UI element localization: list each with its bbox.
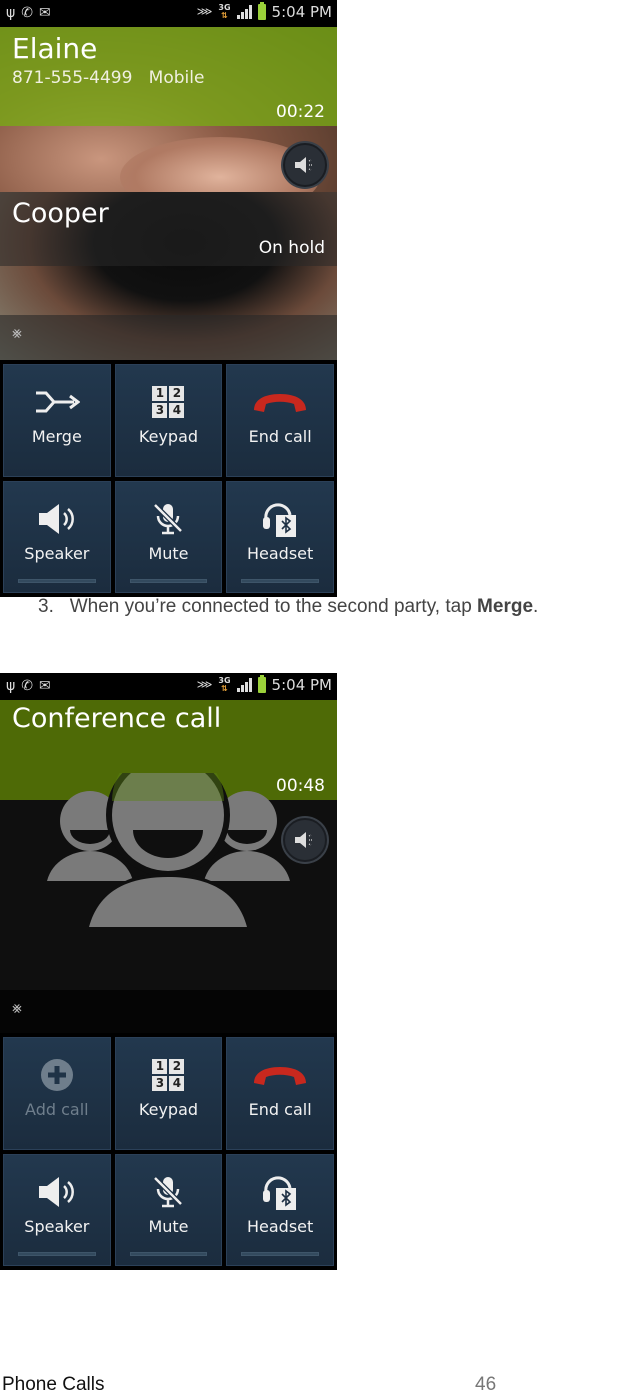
bluetooth-headset-icon [262, 502, 298, 537]
headset-state-indicator [241, 1252, 319, 1256]
speaker-status-button[interactable] [283, 818, 327, 862]
clock: 5:04 PM [271, 676, 332, 694]
step-instruction: 3. When you’re connected to the second p… [38, 596, 538, 618]
footer-page-number: 46 [475, 1374, 497, 1395]
mute-state-indicator [129, 579, 208, 583]
merge-label: Merge [31, 427, 82, 446]
vibrate-mute-icon: ⋙ [196, 5, 213, 18]
status-bar: ψ ✆ ✉ ⋙ 3G ⇅ 5:04 PM [0, 673, 337, 700]
bluetooth-band [0, 990, 337, 1035]
conference-group-icon [47, 773, 290, 928]
active-caller-name: Elaine [12, 32, 98, 65]
headset-button[interactable]: Headset [226, 480, 334, 593]
keypad-digit: 2 [169, 1059, 185, 1074]
call-timer: 00:22 [276, 102, 325, 122]
step-bold-term: Merge [477, 596, 534, 617]
battery-icon [257, 2, 266, 20]
email-icon: ✉ [38, 678, 51, 694]
usb-icon: ψ [6, 678, 16, 694]
call-timer: 00:48 [276, 776, 325, 796]
add-call-button[interactable]: Add call [3, 1037, 111, 1150]
clock: 5:04 PM [271, 3, 332, 21]
mute-label: Mute [148, 1216, 189, 1236]
keypad-label: Keypad [138, 427, 199, 446]
keypad-digit: 4 [169, 1076, 185, 1091]
speaker-icon [37, 502, 77, 536]
active-caller-number: 871-555-4499 Mobile [12, 68, 204, 88]
end-call-label: End call [248, 427, 312, 446]
bluetooth-off-icon: ⨳ [12, 1000, 22, 1017]
speaker-volume-icon [295, 832, 312, 848]
caller-number: 871-555-4499 [12, 68, 133, 88]
speaker-volume-icon [295, 157, 312, 173]
email-icon: ✉ [38, 5, 51, 21]
mute-state-indicator [129, 1252, 208, 1256]
mute-icon [151, 502, 185, 536]
keypad-digit: 1 [152, 1059, 168, 1074]
signal-icon [236, 678, 252, 692]
keypad-icon: 1234 [152, 1059, 185, 1091]
status-bar: ψ ✆ ✉ ⋙ 3G ⇅ 5:04 PM [0, 0, 337, 27]
headset-label: Headset [247, 543, 314, 563]
speaker-status-button[interactable] [283, 143, 327, 187]
3g-data-icon: 3G ⇅ [218, 676, 231, 693]
keypad-digit: 3 [152, 403, 168, 418]
end-call-button[interactable]: End call [226, 1037, 334, 1150]
headset-state-indicator [241, 579, 319, 583]
speaker-label: Speaker [24, 543, 90, 563]
keypad-digit: 2 [169, 386, 185, 401]
bluetooth-off-icon: ⨳ [12, 325, 22, 342]
keypad-digit: 3 [152, 1076, 168, 1091]
usb-icon: ψ [6, 5, 16, 21]
phone-call-icon: ✆ [21, 5, 33, 21]
mute-label: Mute [148, 543, 189, 563]
end-call-button[interactable]: End call [226, 364, 334, 477]
speaker-state-indicator [18, 579, 96, 583]
merge-button[interactable]: Merge [3, 364, 111, 477]
end-call-label: End call [248, 1100, 312, 1119]
3g-data-icon: 3G ⇅ [218, 3, 231, 20]
mute-button[interactable]: Mute [114, 480, 223, 593]
signal-icon [236, 5, 252, 19]
battery-icon [257, 675, 266, 693]
keypad-icon: 1234 [152, 386, 185, 418]
keypad-label: Keypad [138, 1100, 199, 1119]
mute-icon [151, 1175, 185, 1209]
add-call-icon [40, 1058, 74, 1092]
bluetooth-headset-icon [262, 1175, 298, 1210]
held-caller-name: Cooper [12, 198, 109, 229]
conference-title: Conference call [12, 703, 222, 734]
add-call-label: Add call [25, 1100, 89, 1119]
speaker-button[interactable]: Speaker [3, 1153, 111, 1266]
call-controls: Merge 1234 Keypad End call Speaker Mute … [0, 360, 337, 597]
vibrate-mute-icon: ⋙ [196, 678, 213, 691]
mute-button[interactable]: Mute [114, 1153, 223, 1266]
step-number: 3. [38, 596, 54, 617]
caller-number-type: Mobile [148, 68, 205, 88]
held-call-status: On hold [258, 238, 325, 258]
speaker-label: Speaker [24, 1216, 90, 1236]
headset-label: Headset [247, 1216, 314, 1236]
keypad-digit: 4 [169, 403, 185, 418]
bluetooth-band [0, 315, 337, 360]
keypad-button[interactable]: 1234 Keypad [114, 364, 223, 477]
keypad-digit: 1 [152, 386, 168, 401]
footer-section-title: Phone Calls [2, 1374, 105, 1395]
keypad-button[interactable]: 1234 Keypad [114, 1037, 223, 1150]
screenshot-two-calls: ψ ✆ ✉ ⋙ 3G ⇅ 5:04 PM Elaine 871-555-4499 … [0, 0, 337, 597]
step-end: . [533, 596, 539, 617]
call-controls: Add call 1234 Keypad End call Speaker Mu… [0, 1033, 337, 1270]
phone-call-icon: ✆ [21, 678, 33, 694]
speaker-state-indicator [18, 1252, 96, 1256]
speaker-button[interactable]: Speaker [3, 480, 111, 593]
headset-button[interactable]: Headset [226, 1153, 334, 1266]
screenshot-conference-call: ψ ✆ ✉ ⋙ 3G ⇅ 5:04 PM Conference call 00:4… [0, 673, 337, 1270]
step-text: When you’re connected to the second part… [69, 596, 478, 617]
speaker-icon [37, 1175, 77, 1209]
merge-icon [34, 385, 80, 419]
end-call-icon [252, 385, 308, 419]
end-call-icon [252, 1058, 308, 1092]
